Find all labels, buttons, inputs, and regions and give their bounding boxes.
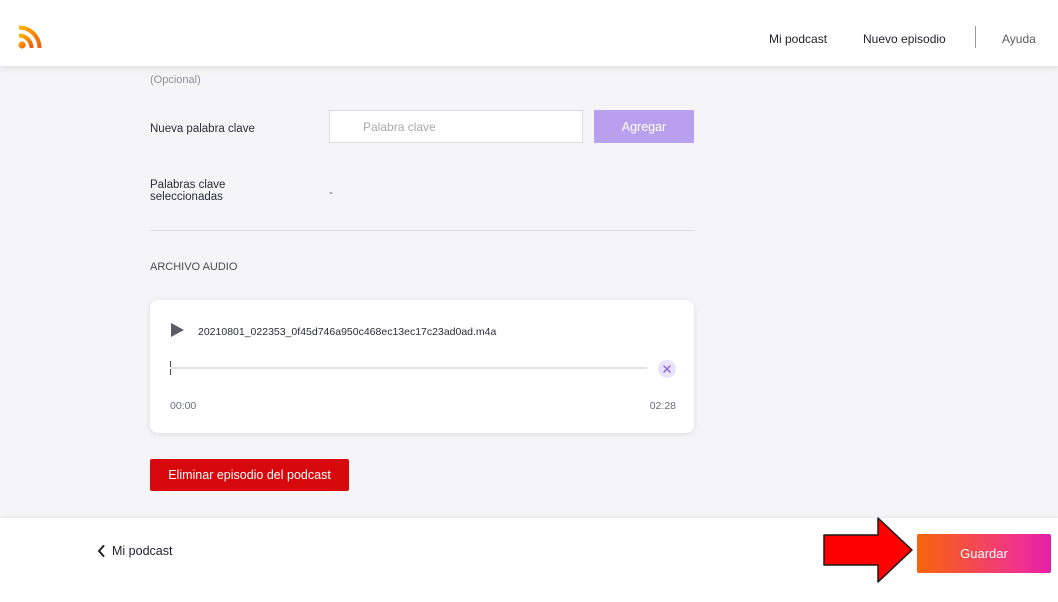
audio-duration: 02:28 [649, 400, 676, 412]
audio-section-title: ARCHIVO AUDIO [150, 261, 238, 273]
footer-bar: Mi podcast Guardar [0, 517, 1058, 602]
close-icon [663, 365, 671, 373]
episode-form: (Opcional) Nueva palabra clave Agregar P… [0, 66, 1058, 518]
audio-filename: 20210801_022353_0f45d746a950c468ec13ec17… [198, 326, 497, 338]
new-keyword-label: Nueva palabra clave [150, 123, 255, 135]
keyword-input[interactable] [329, 110, 583, 143]
remove-audio-button[interactable] [658, 360, 676, 378]
top-navigation-bar: Mi podcast Nuevo episodio Ayuda [0, 0, 1058, 66]
selected-keywords-label: Palabras clave seleccionadas [150, 179, 226, 203]
rss-icon[interactable] [18, 25, 46, 49]
audio-progress-bar[interactable] [170, 367, 647, 369]
audio-current-time: 00:00 [170, 400, 197, 412]
arrow-right-icon [823, 517, 913, 583]
nav-nuevo-episodio[interactable]: Nuevo episodio [863, 32, 946, 46]
section-divider [150, 230, 694, 231]
optional-hint: (Opcional) [150, 74, 201, 86]
nav-divider [975, 26, 976, 48]
back-to-podcast-link[interactable]: Mi podcast [97, 544, 172, 558]
back-link-label: Mi podcast [112, 544, 173, 558]
selected-keywords-value: - [329, 185, 333, 199]
chevron-left-icon [98, 545, 105, 557]
delete-episode-button[interactable]: Eliminar episodio del podcast [150, 459, 349, 491]
play-icon[interactable] [170, 322, 185, 338]
save-button[interactable]: Guardar [917, 534, 1051, 573]
nav-mi-podcast[interactable]: Mi podcast [769, 32, 827, 46]
add-keyword-button[interactable]: Agregar [594, 110, 694, 143]
nav-ayuda[interactable]: Ayuda [1002, 32, 1036, 46]
audio-player-card: 20210801_022353_0f45d746a950c468ec13ec17… [150, 300, 694, 433]
